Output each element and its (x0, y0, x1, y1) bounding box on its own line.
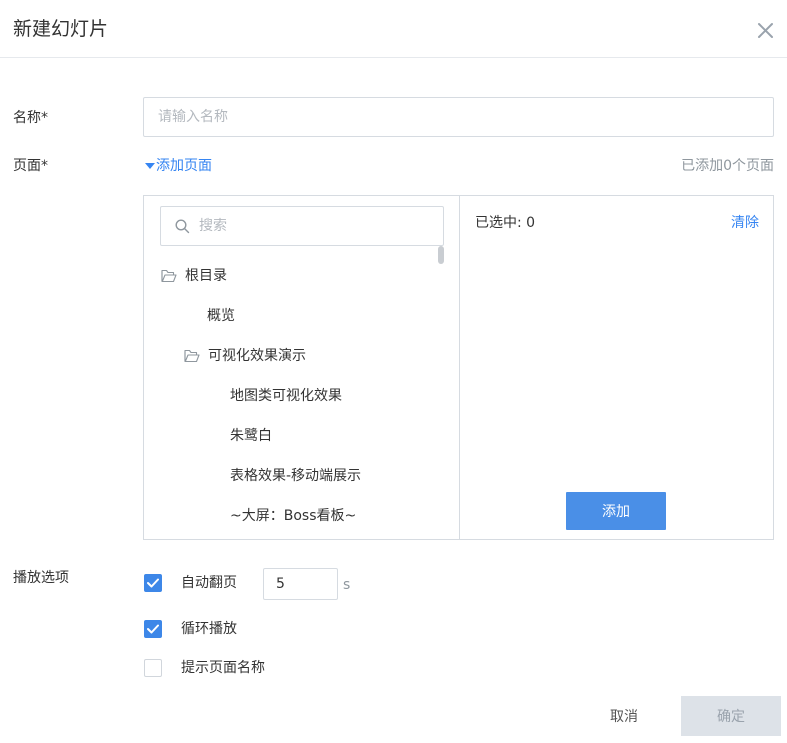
add-page-toggle[interactable]: 添加页面 (145, 156, 212, 176)
check-icon (147, 578, 159, 588)
search-box (160, 206, 444, 246)
page-label: 页面* (13, 158, 48, 174)
tree-scrollbar[interactable] (438, 246, 444, 264)
show-page-name-checkbox[interactable] (144, 659, 162, 677)
tree-page-item[interactable]: ~大屏：Boss看板~ (230, 506, 356, 526)
auto-flip-checkbox[interactable] (144, 574, 162, 592)
selected-count: 已选中: 0 (475, 215, 536, 231)
name-input[interactable] (143, 97, 774, 137)
auto-flip-label: 自动翻页 (181, 575, 237, 591)
cancel-button[interactable]: 取消 (588, 697, 660, 735)
flip-interval-input[interactable] (263, 568, 338, 600)
play-options-label: 播放选项 (13, 570, 69, 586)
loop-play-checkbox[interactable] (144, 620, 162, 638)
close-icon[interactable] (757, 22, 774, 39)
name-label: 名称* (13, 110, 48, 126)
interval-unit: s (343, 577, 351, 593)
dialog-header: 新建幻灯片 (0, 0, 787, 58)
new-slideshow-dialog: 新建幻灯片 名称* 页面* 添加页面 已添加0个页面 (0, 0, 787, 743)
tree-page-item[interactable]: 地图类可视化效果 (230, 386, 342, 406)
search-input[interactable] (199, 215, 429, 237)
selected-pages-pane: 已选中: 0 清除 添加 (460, 196, 773, 539)
tree-item-label: 根目录 (185, 268, 227, 284)
tree-folder-root[interactable]: 根目录 (161, 266, 227, 286)
tree-item-label: 概览 (207, 308, 235, 324)
tree-item-label: 可视化效果演示 (208, 348, 306, 364)
page-picker: 根目录 概览 可视化效果演示 地图类可视化效果 朱鹭白 表格效果-移动端展示 (143, 195, 774, 540)
tree-page-item[interactable]: 表格效果-移动端展示 (230, 466, 361, 486)
tree-page-item[interactable]: 朱鹭白 (230, 426, 272, 446)
show-page-name-label: 提示页面名称 (181, 660, 265, 676)
caret-down-icon (145, 163, 155, 169)
dialog-title: 新建幻灯片 (13, 18, 109, 40)
search-icon (175, 219, 190, 234)
folder-open-icon (184, 349, 200, 363)
tree-page-item[interactable]: 概览 (207, 306, 235, 326)
tree-folder-item[interactable]: 可视化效果演示 (184, 346, 306, 366)
page-tree-pane: 根目录 概览 可视化效果演示 地图类可视化效果 朱鹭白 表格效果-移动端展示 (144, 196, 460, 539)
tree-item-label: ~大屏：Boss看板~ (230, 508, 357, 524)
add-button[interactable]: 添加 (566, 492, 666, 530)
loop-play-label: 循环播放 (181, 621, 237, 637)
tree-item-label: 地图类可视化效果 (230, 388, 342, 404)
tree-item-label: 朱鹭白 (230, 428, 272, 444)
check-icon (147, 624, 159, 634)
clear-link[interactable]: 清除 (731, 213, 759, 233)
tree-item-label: 表格效果-移动端展示 (230, 468, 362, 484)
add-page-toggle-label: 添加页面 (156, 158, 212, 174)
added-page-count: 已添加0个页面 (681, 158, 774, 174)
folder-open-icon (161, 269, 177, 283)
confirm-button[interactable]: 确定 (681, 696, 781, 736)
